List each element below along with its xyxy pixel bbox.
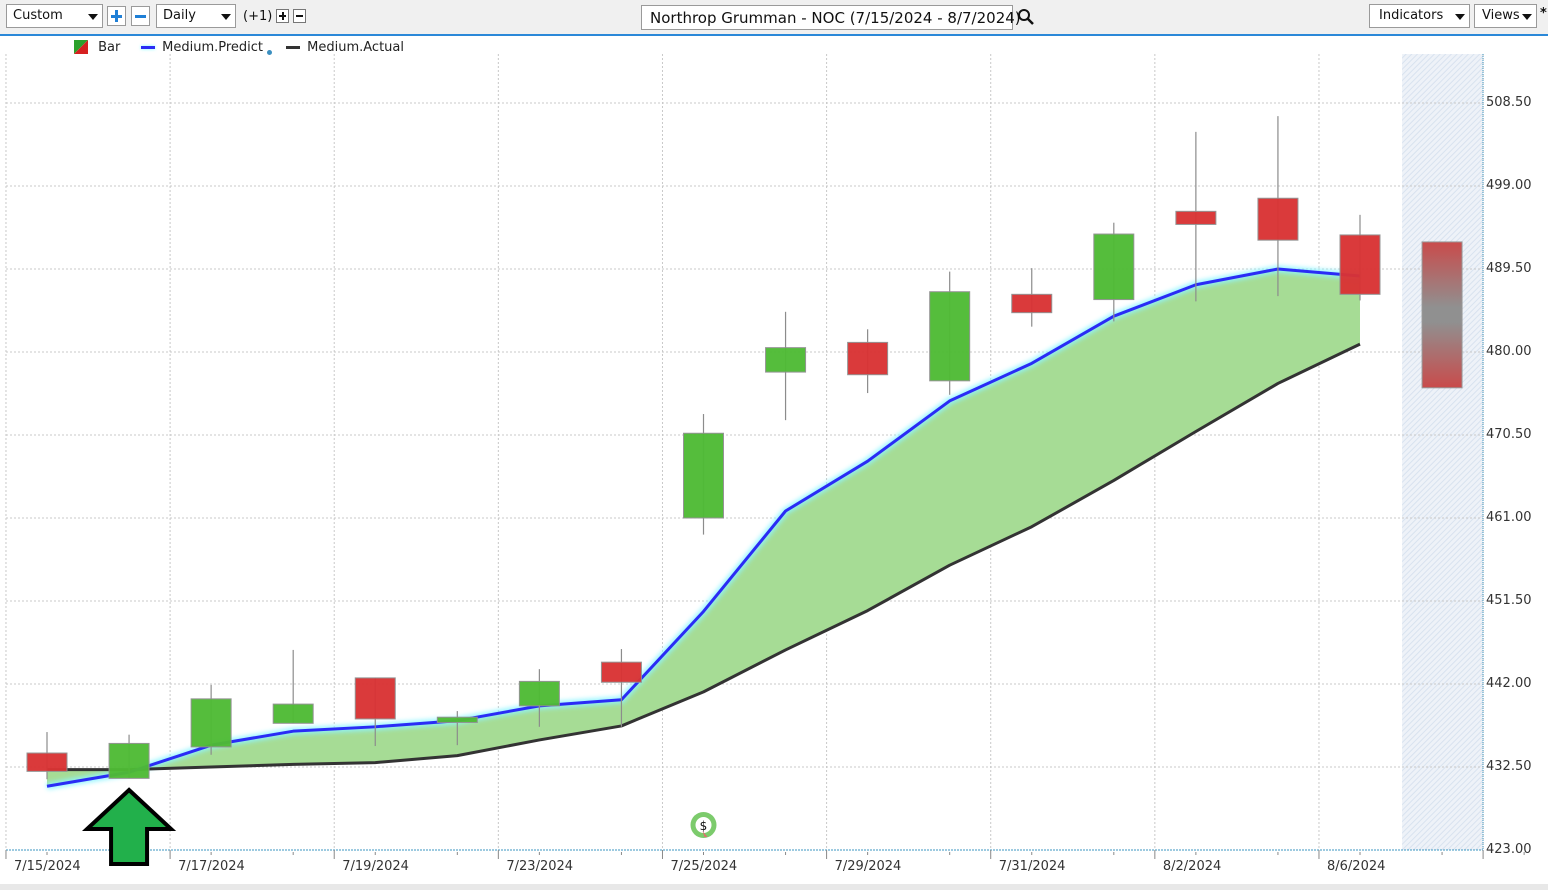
candle <box>272 649 314 724</box>
candle-body-up <box>683 432 724 519</box>
y-tick-label: 423.00 <box>1486 842 1532 857</box>
x-tick-label: 8/2/2024 <box>1162 859 1222 874</box>
y-tick-label: 451.50 <box>1486 593 1532 608</box>
candle <box>108 734 150 779</box>
candle-body-up <box>929 291 971 382</box>
candle-body-down <box>1175 210 1217 225</box>
candle <box>1093 222 1135 322</box>
x-tick-label: 7/25/2024 <box>670 859 738 874</box>
candle <box>929 271 971 395</box>
x-tick-label: 8/6/2024 <box>1327 859 1386 874</box>
y-tick-label: 489.50 <box>1486 261 1532 276</box>
candle-body-up <box>518 680 560 707</box>
candle-body-down <box>847 341 889 376</box>
candle-body-down <box>1339 234 1381 295</box>
candles <box>26 116 1463 780</box>
candle <box>1175 131 1217 302</box>
candle-body-up <box>108 742 150 779</box>
candle-body-up <box>765 347 807 373</box>
dividend-symbol: $ <box>700 819 708 833</box>
candle <box>1011 268 1053 327</box>
x-tick-label: 7/17/2024 <box>178 859 245 874</box>
candle <box>1339 214 1381 301</box>
x-tick-label: 7/19/2024 <box>342 859 409 874</box>
candle-body-up <box>272 703 314 724</box>
candle-body-down <box>354 677 396 720</box>
candle <box>190 684 232 755</box>
candle <box>765 311 807 421</box>
candle-body-down <box>600 661 642 683</box>
forecast-shade <box>1402 54 1483 850</box>
candle-body-up <box>1093 233 1135 301</box>
candle-body-up <box>436 716 478 723</box>
x-tick-label: 7/29/2024 <box>834 859 902 874</box>
x-tick-label: 7/15/2024 <box>14 859 81 874</box>
up-arrow-icon <box>81 787 177 866</box>
forecast-region <box>1402 54 1483 850</box>
candle-body-up <box>190 698 232 748</box>
candle <box>847 329 889 394</box>
price-chart[interactable]: $ <box>0 0 1548 890</box>
x-tick-label: 7/31/2024 <box>998 859 1066 874</box>
y-tick-label: 480.00 <box>1486 344 1532 359</box>
y-tick-label: 470.50 <box>1486 427 1532 442</box>
candle-body-down <box>1257 197 1299 241</box>
candle <box>683 414 724 535</box>
x-tick-label: 7/23/2024 <box>506 859 574 874</box>
y-tick-label: 499.00 <box>1486 178 1532 193</box>
y-tick-label: 461.00 <box>1486 510 1532 525</box>
horizontal-scrollbar[interactable] <box>0 884 1548 890</box>
annotations: $ <box>81 787 717 866</box>
y-tick-label: 442.00 <box>1486 676 1532 691</box>
candle-body-down <box>1011 293 1053 314</box>
y-tick-label: 432.50 <box>1486 759 1532 774</box>
forecast-bar <box>1421 241 1463 389</box>
y-tick-label: 508.50 <box>1486 95 1532 110</box>
candle-body-down <box>26 752 68 772</box>
